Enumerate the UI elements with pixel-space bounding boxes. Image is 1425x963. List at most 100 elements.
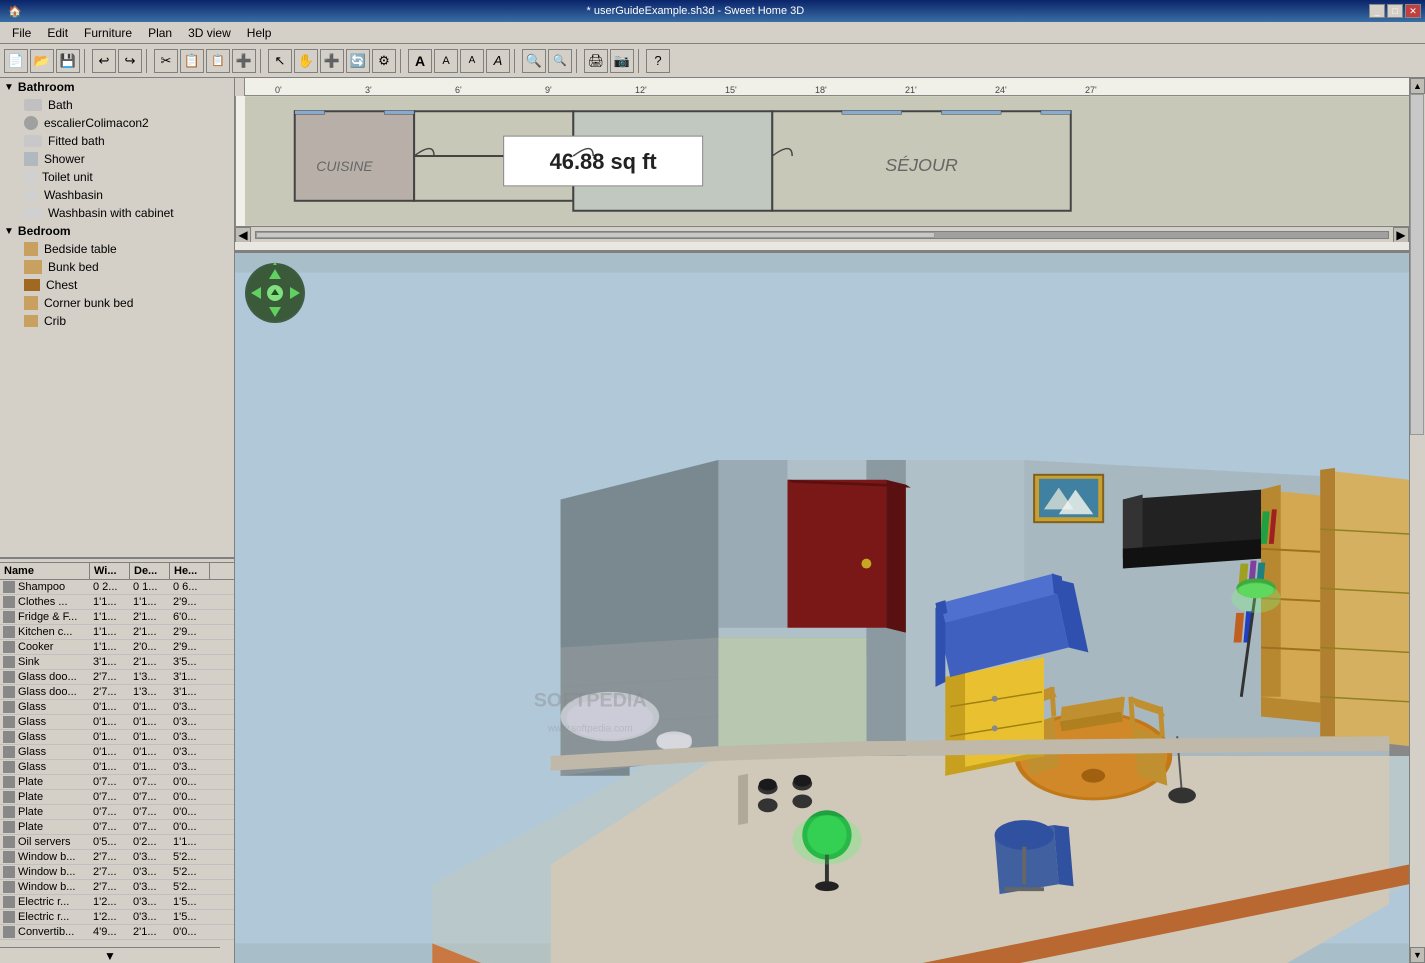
- cell-width: 2'7...: [90, 670, 130, 684]
- table-row[interactable]: Fridge & F... 1'1... 2'1... 6'0...: [0, 610, 234, 625]
- table-row[interactable]: Window b... 2'7... 0'3... 5'2...: [0, 880, 234, 895]
- cell-width: 2'7...: [90, 685, 130, 699]
- redo-button[interactable]: ↪: [118, 49, 142, 73]
- table-row[interactable]: Glass 0'1... 0'1... 0'3...: [0, 760, 234, 775]
- toolbar-sep-5: [514, 49, 518, 73]
- settings-button[interactable]: ⚙: [372, 49, 396, 73]
- minimize-button[interactable]: _: [1369, 4, 1385, 18]
- table-row[interactable]: Plate 0'7... 0'7... 0'0...: [0, 820, 234, 835]
- table-row[interactable]: Plate 0'7... 0'7... 0'0...: [0, 790, 234, 805]
- menu-file[interactable]: File: [4, 24, 39, 42]
- export-button[interactable]: 📷: [610, 49, 634, 73]
- window-controls[interactable]: _ □ ✕: [1369, 4, 1421, 18]
- new-button[interactable]: 📄: [4, 49, 28, 73]
- zoom-out-button[interactable]: 🔍: [548, 49, 572, 73]
- text-tool-4[interactable]: A: [486, 49, 510, 73]
- tree-item-chest[interactable]: Chest: [0, 276, 234, 294]
- open-button[interactable]: 📂: [30, 49, 54, 73]
- ruler-27: 27': [1085, 85, 1097, 95]
- help-button[interactable]: ?: [646, 49, 670, 73]
- create-wall-tool[interactable]: ➕: [320, 49, 344, 73]
- main-vscrollbar[interactable]: ▲ ▼: [1409, 78, 1425, 963]
- table-row[interactable]: Plate 0'7... 0'7... 0'0...: [0, 775, 234, 790]
- row-icon: [3, 806, 15, 818]
- zoom-in-button[interactable]: 🔍: [522, 49, 546, 73]
- rotate-tool[interactable]: 🔄: [346, 49, 370, 73]
- menu-edit[interactable]: Edit: [39, 24, 76, 42]
- menu-plan[interactable]: Plan: [140, 24, 180, 42]
- table-row[interactable]: Glass 0'1... 0'1... 0'3...: [0, 745, 234, 760]
- ruler-21: 21': [905, 85, 917, 95]
- text-tool-2[interactable]: A: [434, 49, 458, 73]
- ruler-9: 9': [545, 85, 552, 95]
- tree-item-washbasin[interactable]: Washbasin: [0, 186, 234, 204]
- table-row[interactable]: Glass doo... 2'7... 1'3... 3'1...: [0, 670, 234, 685]
- pan-tool[interactable]: ✋: [294, 49, 318, 73]
- save-button[interactable]: 💾: [56, 49, 80, 73]
- text-tool-3[interactable]: A: [460, 49, 484, 73]
- tree-item-bunkbed[interactable]: Bunk bed: [0, 258, 234, 276]
- undo-button[interactable]: ↩: [92, 49, 116, 73]
- vscroll-down[interactable]: ▼: [1410, 947, 1425, 963]
- table-row[interactable]: Electric r... 1'2... 0'3... 1'5...: [0, 910, 234, 925]
- tree-item-washbasin-cabinet[interactable]: Washbasin with cabinet: [0, 204, 234, 222]
- nav-widget[interactable]: ▲: [243, 261, 308, 326]
- tree-item-bath[interactable]: Bath: [0, 96, 234, 114]
- table-row[interactable]: Clothes ... 1'1... 1'1... 2'9...: [0, 595, 234, 610]
- category-bathroom[interactable]: ▼ Bathroom: [0, 78, 234, 96]
- menu-3dview[interactable]: 3D view: [180, 24, 239, 42]
- table-row[interactable]: Shampoo 0 2... 0 1... 0 6...: [0, 580, 234, 595]
- 3d-view[interactable]: SOFTPEDIA www.softpedia.com: [235, 253, 1409, 963]
- hscroll-left[interactable]: ◀: [235, 227, 251, 243]
- tree-item-bedside[interactable]: Bedside table: [0, 240, 234, 258]
- table-scroll[interactable]: Shampoo 0 2... 0 1... 0 6... Clothes ...…: [0, 580, 234, 953]
- tree-item-shower[interactable]: Shower: [0, 150, 234, 168]
- tree-item-toilet[interactable]: Toilet unit: [0, 168, 234, 186]
- table-row[interactable]: Glass 0'1... 0'1... 0'3...: [0, 730, 234, 745]
- tree-scroll[interactable]: ▼ Bathroom Bath escalierColimacon2 Fitte…: [0, 78, 234, 557]
- print-button[interactable]: 🖨: [584, 49, 608, 73]
- table-row[interactable]: Electric r... 1'2... 0'3... 1'5...: [0, 895, 234, 910]
- select-tool[interactable]: ↖: [268, 49, 292, 73]
- table-row[interactable]: Glass 0'1... 0'1... 0'3...: [0, 700, 234, 715]
- table-row[interactable]: Convertib... 4'9... 2'1... 0'0...: [0, 925, 234, 940]
- table-row[interactable]: Window b... 2'7... 0'3... 5'2...: [0, 865, 234, 880]
- toolbar: 📄 📂 💾 ↩ ↪ ✂ 📋 📋 ➕ ↖ ✋ ➕ 🔄 ⚙ A A A A 🔍 🔍 …: [0, 44, 1425, 78]
- table-row[interactable]: Oil servers 0'5... 0'2... 1'1...: [0, 835, 234, 850]
- cell-width: 0'1...: [90, 730, 130, 744]
- category-bathroom-label: Bathroom: [18, 80, 75, 94]
- table-row[interactable]: Glass doo... 2'7... 1'3... 3'1...: [0, 685, 234, 700]
- tree-item-escalier[interactable]: escalierColimacon2: [0, 114, 234, 132]
- cut-button[interactable]: ✂: [154, 49, 178, 73]
- table-row[interactable]: Cooker 1'1... 2'0... 2'9...: [0, 640, 234, 655]
- table-row[interactable]: Sink 3'1... 2'1... 3'5...: [0, 655, 234, 670]
- row-icon: [3, 686, 15, 698]
- table-row[interactable]: Kitchen c... 1'1... 2'1... 2'9...: [0, 625, 234, 640]
- tree-item-crib[interactable]: Crib: [0, 312, 234, 330]
- cell-name-text: Glass: [18, 761, 46, 773]
- text-tool-1[interactable]: A: [408, 49, 432, 73]
- cell-depth: 2'0...: [130, 640, 170, 654]
- chest-icon: [24, 279, 40, 291]
- close-button[interactable]: ✕: [1405, 4, 1421, 18]
- maximize-button[interactable]: □: [1387, 4, 1403, 18]
- tree-item-fitted-bath[interactable]: Fitted bath: [0, 132, 234, 150]
- vscroll-up[interactable]: ▲: [1410, 78, 1425, 94]
- cell-depth: 1'1...: [130, 595, 170, 609]
- menu-help[interactable]: Help: [239, 24, 280, 42]
- category-bedroom[interactable]: ▼ Bedroom: [0, 222, 234, 240]
- table-row[interactable]: Glass 0'1... 0'1... 0'3...: [0, 715, 234, 730]
- table-row[interactable]: Window b... 2'7... 0'3... 5'2...: [0, 850, 234, 865]
- cell-height: 0 6...: [170, 580, 210, 594]
- hscroll-right[interactable]: ▶: [1393, 227, 1409, 243]
- add-furniture-button[interactable]: ➕: [232, 49, 256, 73]
- tree-item-corner-bunk[interactable]: Corner bunk bed: [0, 294, 234, 312]
- copy-button[interactable]: 📋: [180, 49, 204, 73]
- row-icon: [3, 701, 15, 713]
- plan-hscrollbar[interactable]: ◀ ▶: [235, 226, 1409, 242]
- table-row[interactable]: Plate 0'7... 0'7... 0'0...: [0, 805, 234, 820]
- menu-furniture[interactable]: Furniture: [76, 24, 140, 42]
- crib-icon: [24, 315, 38, 327]
- plan-canvas[interactable]: CUISINE SÉJOUR 46.88 sq ft: [235, 96, 1409, 226]
- paste-button[interactable]: 📋: [206, 49, 230, 73]
